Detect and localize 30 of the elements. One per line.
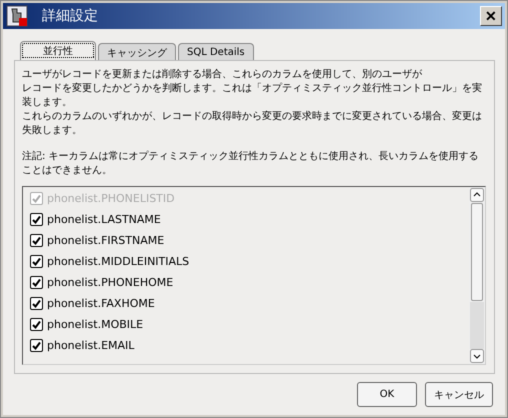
note-text: 注記: キーカラムは常にオプティミスティック並行性カラムとともに使用され、長いカラムを使用することはできません。 — [22, 150, 480, 178]
checkbox[interactable] — [30, 339, 43, 352]
app-icon — [6, 5, 28, 27]
checkbox[interactable] — [30, 234, 43, 247]
column-option[interactable]: phonelist.MIDDLEINITIALS — [23, 251, 469, 272]
checkbox[interactable] — [30, 213, 43, 226]
description-text: レコードを変更したかどうかを判断します。これは「オプティミスティック並行性コントロール」を実装します。 — [22, 82, 483, 110]
column-option[interactable]: phonelist.FIRSTNAME — [23, 230, 469, 251]
scroll-up-icon[interactable] — [470, 188, 484, 202]
checkbox[interactable] — [30, 255, 43, 268]
close-button[interactable]: ✕ — [480, 6, 502, 26]
column-option[interactable]: phonelist.PHONEHOME — [23, 272, 469, 293]
ok-button[interactable]: OK — [357, 382, 417, 407]
window-title: 詳細設定 — [41, 7, 99, 25]
scroll-thumb[interactable] — [471, 203, 483, 301]
description-text: これらのカラムのいずれかが、レコードの取得時から変更の要求時までに変更されている場合、変更は失敗します。 — [22, 110, 483, 138]
column-option[interactable]: phonelist.MOBILE — [23, 314, 469, 335]
scrollbar[interactable] — [469, 187, 485, 364]
checkbox[interactable] — [30, 297, 43, 310]
scroll-down-icon[interactable] — [470, 349, 484, 363]
column-option[interactable]: phonelist.FAXHOME — [23, 293, 469, 314]
tab[interactable]: SQL Details — [178, 43, 254, 60]
checkbox[interactable] — [30, 276, 43, 289]
tab[interactable]: キャッシング — [98, 43, 176, 60]
tab[interactable]: 並行性 — [20, 41, 96, 60]
column-option[interactable]: phonelist.LASTNAME — [23, 209, 469, 230]
checkbox[interactable] — [30, 318, 43, 331]
description-text: ユーザがレコードを更新または削除する場合、これらのカラムを使用して、別のユーザが — [22, 68, 423, 82]
cancel-button[interactable]: キャンセル — [425, 382, 493, 407]
column-option[interactable]: phonelist.EMAIL — [23, 335, 469, 356]
